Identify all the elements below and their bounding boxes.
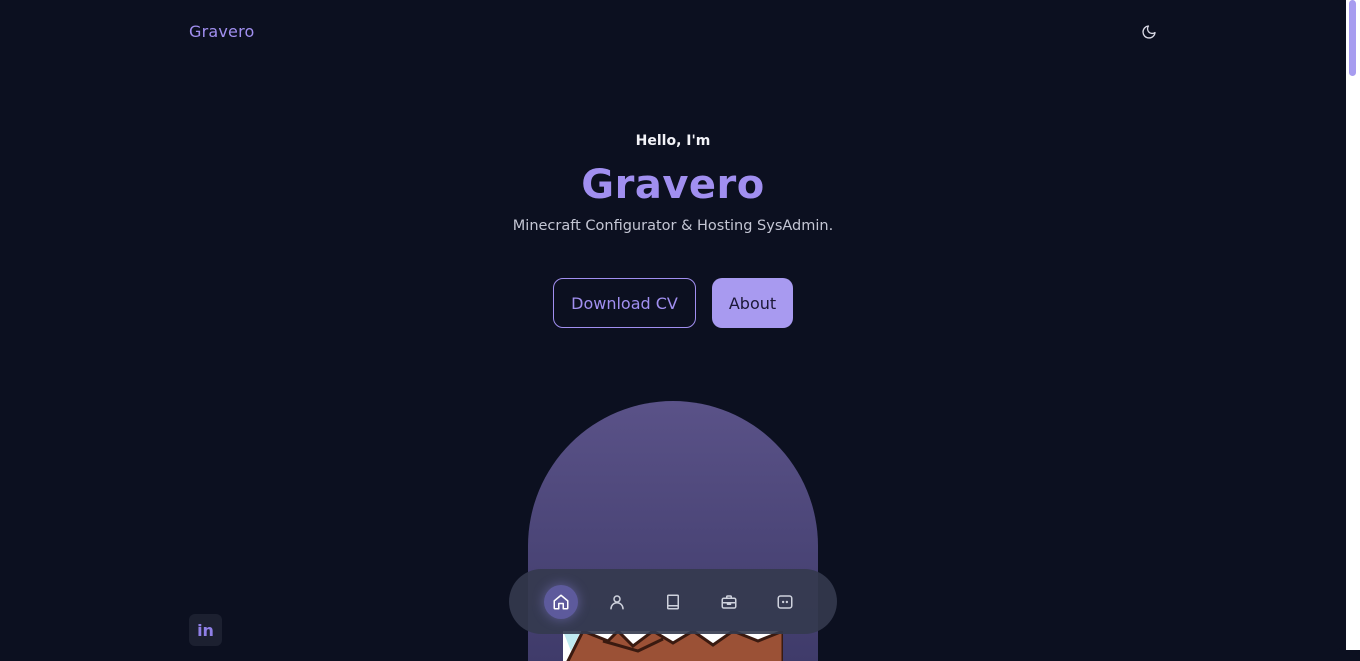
book-icon xyxy=(667,594,679,609)
profile-avatar xyxy=(563,631,783,661)
greeting-text: Hello, I'm xyxy=(635,133,711,149)
theme-toggle-button[interactable] xyxy=(1138,21,1160,43)
linkedin-icon: in xyxy=(197,620,214,640)
scrollbar-thumb[interactable] xyxy=(1349,0,1356,76)
user-icon xyxy=(610,594,624,609)
briefcase-icon xyxy=(721,594,737,609)
scrollbar-track[interactable] xyxy=(1346,0,1360,650)
home-icon xyxy=(553,594,569,609)
nav-resume[interactable] xyxy=(656,585,690,619)
linkedin-button[interactable]: in xyxy=(189,614,222,646)
nav-portfolio[interactable] xyxy=(712,585,746,619)
message-icon xyxy=(777,594,793,609)
page-edge xyxy=(1334,0,1346,650)
brand-logo[interactable]: Gravero xyxy=(189,22,255,41)
nav-contact[interactable] xyxy=(768,585,802,619)
hero-subtitle: Minecraft Configurator & Hosting SysAdmi… xyxy=(512,218,834,234)
moon-icon xyxy=(1142,25,1156,39)
hero-buttons: Download CV About xyxy=(0,278,1346,328)
nav-home[interactable] xyxy=(544,584,578,619)
nav-about[interactable] xyxy=(600,585,634,619)
about-button[interactable]: About xyxy=(712,278,793,328)
download-cv-button[interactable]: Download CV xyxy=(553,278,696,328)
hero-name: Gravero xyxy=(581,162,765,208)
bottom-navigation xyxy=(509,569,837,634)
